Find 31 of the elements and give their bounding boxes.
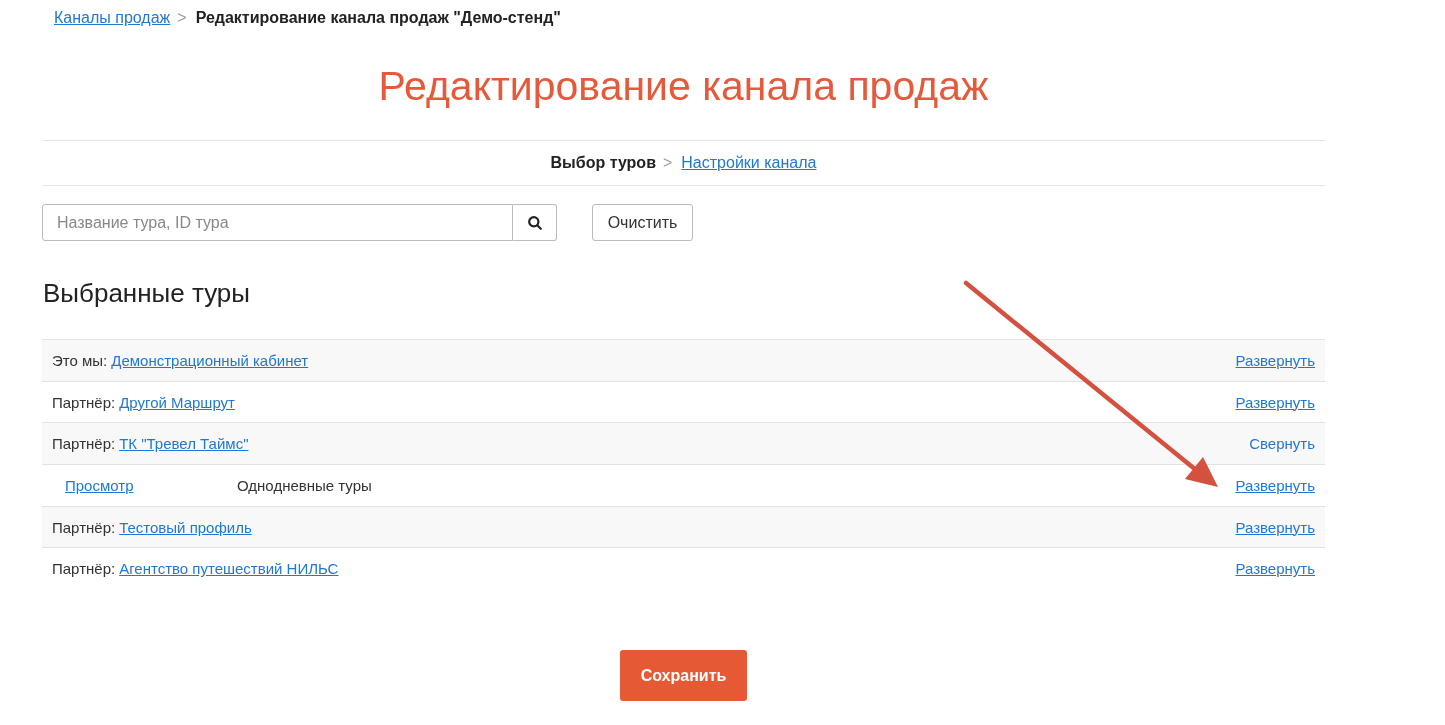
- row-label: Партнёр:: [52, 435, 116, 453]
- clear-button[interactable]: Очистить: [592, 204, 693, 241]
- step-separator: >: [662, 154, 673, 172]
- view-link[interactable]: Просмотр: [65, 476, 237, 494]
- row-label: Партнёр:: [52, 393, 116, 411]
- row-label: Это мы:: [52, 351, 108, 369]
- partner-link[interactable]: Другой Маршрут: [119, 393, 235, 411]
- toggle-link[interactable]: Развернуть: [1235, 476, 1315, 494]
- row-label: Партнёр:: [52, 560, 116, 578]
- breadcrumb-link[interactable]: Каналы продаж: [54, 9, 171, 27]
- save-button[interactable]: Сохранить: [620, 650, 747, 702]
- toggle-link[interactable]: Развернуть: [1235, 560, 1315, 578]
- breadcrumb-current: Редактирование канала продаж "Демо-стенд": [195, 9, 561, 27]
- section-title: Выбранные туры: [43, 277, 251, 309]
- partner-link[interactable]: Тестовый профиль: [119, 518, 252, 536]
- step-tab[interactable]: Выбор туров: [550, 154, 656, 172]
- row-label: Партнёр:: [52, 518, 116, 536]
- tour-category-name: Однодневные туры: [237, 476, 372, 494]
- breadcrumb-separator: >: [177, 9, 187, 27]
- search-button[interactable]: [513, 204, 557, 241]
- toggle-link[interactable]: Развернуть: [1235, 351, 1315, 369]
- step-tab[interactable]: Настройки канала: [681, 154, 817, 172]
- page-title: Редактирование канала продаж: [377, 62, 990, 111]
- toggle-link[interactable]: Свернуть: [1249, 435, 1315, 453]
- partner-link[interactable]: Демонстрационный кабинет: [111, 351, 309, 369]
- partner-link[interactable]: Агентство путешествий НИЛЬС: [119, 560, 339, 578]
- search-field[interactable]: Название тура, ID тура: [42, 204, 513, 241]
- toggle-link[interactable]: Развернуть: [1235, 393, 1315, 411]
- search-icon: [527, 215, 542, 230]
- toggle-link[interactable]: Развернуть: [1235, 518, 1315, 536]
- partner-link[interactable]: ТК "Тревел Таймс": [119, 435, 249, 453]
